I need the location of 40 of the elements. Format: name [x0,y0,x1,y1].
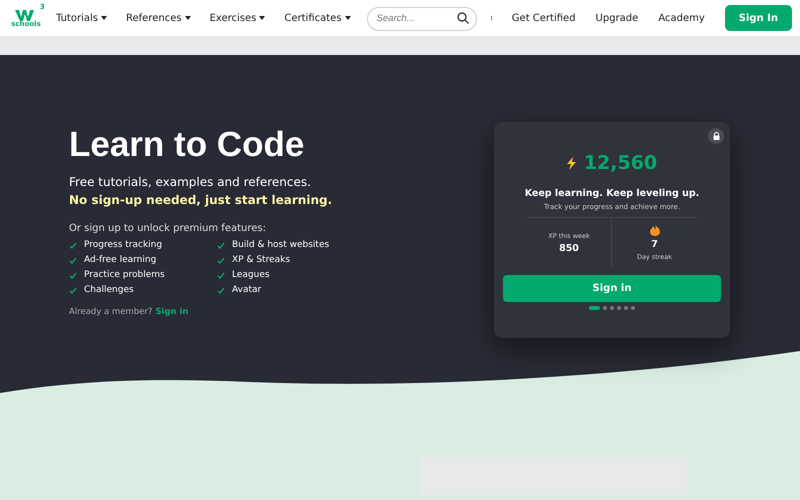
logo-w-icon [15,8,37,20]
lock-icon [708,128,724,144]
nav-link[interactable]: Get Certified [512,12,576,24]
stat-value: 850 [559,243,579,254]
feature-text: Ad-free learning [84,255,156,265]
nav-menu[interactable]: References [126,12,191,24]
carousel-dot[interactable] [624,306,628,310]
search-field[interactable]: Search... [366,6,477,30]
sign-in-link[interactable]: Sign in [155,307,188,317]
feature-text: Leagues [232,270,270,280]
nav-menu[interactable]: Certificates [284,12,351,24]
nav-menu[interactable]: Exercises [210,12,266,24]
features-intro: Or sign up to unlock premium features: [69,223,267,234]
hero-title: Learn to Code [69,125,306,165]
carousel-dot[interactable] [610,306,614,310]
search-icon[interactable] [456,12,469,24]
hero-highlight: No sign-up needed, just start learning. [69,193,334,207]
carousel-dot[interactable] [603,306,607,310]
caret-icon [100,16,107,20]
hero-subtitle: Free tutorials, examples and references. [69,175,312,189]
feature-text: Challenges [84,285,134,295]
carousel-dot[interactable] [631,306,635,310]
feature-text: XP & Streaks [232,255,290,265]
feature-text: Practice problems [84,270,165,280]
caret-icon [344,16,351,20]
nav-link[interactable]: Upgrade [596,12,638,24]
member-text: Already a member? [69,307,152,317]
xp-total: 12,560 [584,152,658,174]
feature-text: Avatar [232,285,262,295]
card-headline: Keep learning. Keep leveling up. [524,188,700,199]
feature-text: Build & host websites [232,240,330,250]
nav-link[interactable]: Academy [658,12,705,24]
stat-value: 7 [651,239,658,250]
nav-menu[interactable]: Tutorials [56,12,107,24]
lightning-icon [566,156,576,170]
carousel-dot[interactable] [617,306,621,310]
flame-icon [650,224,660,236]
caret-icon [184,16,191,20]
caret-icon [259,16,266,20]
feature-text: Progress tracking [84,240,162,250]
